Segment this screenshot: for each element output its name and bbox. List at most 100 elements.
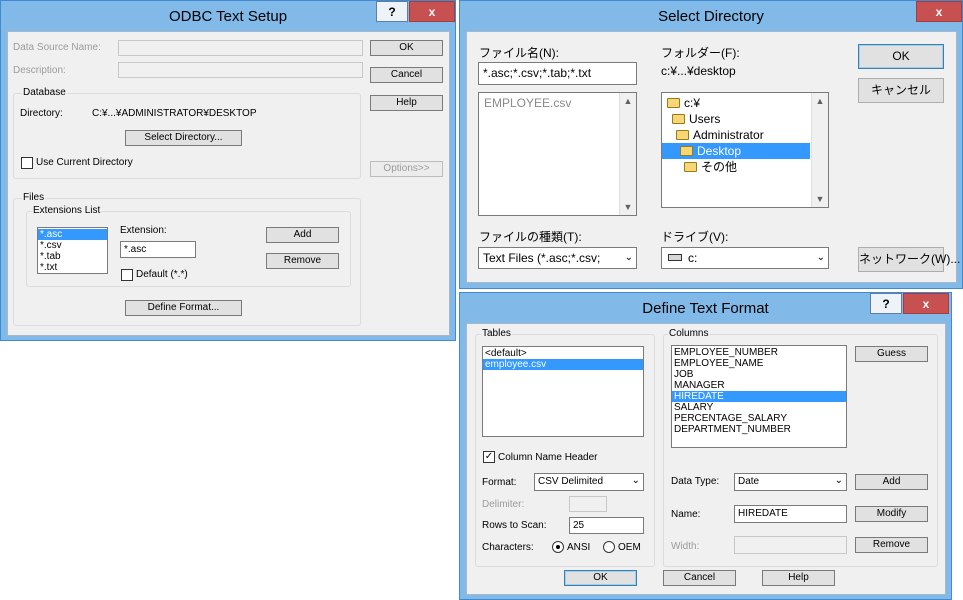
chevron-down-icon: ⌄ [631,475,640,486]
table-item[interactable]: <default> [483,348,643,359]
column-item[interactable]: MANAGER [672,380,846,391]
drive-value: c: [688,251,698,265]
filename-input[interactable]: *.asc;*.csv;*.tab;*.txt [478,62,637,85]
description-label: Description: [13,65,66,76]
column-item[interactable]: DEPARTMENT_NUMBER [672,424,846,435]
tables-list[interactable]: <default> employee.csv [482,346,644,437]
define-title-bar[interactable]: Define Text Format ? x [460,293,951,323]
define-client: Tables <default> employee.csv ✓ Column N… [466,323,946,595]
dsn-input[interactable] [118,40,363,56]
odbc-ok-button[interactable]: OK [370,40,443,56]
directory-label: Directory: [20,108,63,119]
column-item[interactable]: EMPLOYEE_NAME [672,358,846,369]
select-directory-title-bar[interactable]: Select Directory x [460,1,962,31]
select-directory-cancel-button[interactable]: キャンセル [858,78,944,103]
extension-add-button[interactable]: Add [266,227,339,243]
format-select[interactable]: CSV Delimited ⌄ [534,473,644,491]
tree-label: Administrator [693,128,764,142]
oem-radio[interactable] [603,541,615,553]
select-directory-title: Select Directory [658,8,764,25]
width-input[interactable] [734,536,847,554]
column-item[interactable]: HIREDATE [672,391,846,402]
folder-open-icon [680,146,693,156]
drive-select[interactable]: c: ⌄ [661,247,829,269]
tree-item-c-drive[interactable]: c:¥ [662,95,828,111]
description-input[interactable] [118,62,363,78]
select-directory-button[interactable]: Select Directory... [125,130,242,146]
select-directory-ok-button[interactable]: OK [858,44,944,69]
column-item[interactable]: SALARY [672,402,846,413]
odbc-text-setup-window: ODBC Text Setup ? x Data Source Name: De… [0,0,456,341]
dsn-label: Data Source Name: [13,42,101,53]
ansi-radio[interactable] [552,541,564,553]
define-cancel-button[interactable]: Cancel [663,570,736,586]
folder-label: フォルダー(F): [661,46,740,60]
table-item[interactable]: employee.csv [483,359,643,370]
odbc-cancel-button[interactable]: Cancel [370,67,443,83]
files-group-label: Files [22,192,46,203]
define-format-button[interactable]: Define Format... [125,300,242,316]
default-checkbox[interactable] [121,269,133,281]
define-help-button[interactable]: Help [762,570,835,586]
file-item[interactable]: EMPLOYEE.csv [479,95,636,111]
column-item[interactable]: PERCENTAGE_SALARY [672,413,846,424]
column-name-header-checkbox[interactable]: ✓ [483,451,495,463]
extension-item[interactable]: *.csv [38,240,107,251]
define-ok-button[interactable]: OK [564,570,637,586]
network-button[interactable]: ネットワーク(W)... [858,247,960,272]
use-current-directory-checkbox[interactable] [21,157,33,169]
modify-button[interactable]: Modify [855,506,928,522]
scroll-down-icon[interactable]: ▼ [620,199,636,215]
extension-item[interactable]: *.asc [38,229,107,240]
folder-tree-scrollbar[interactable]: ▲ ▼ [811,93,828,207]
column-name-input[interactable]: HIREDATE [734,505,847,523]
delimiter-input[interactable] [569,496,607,512]
odbc-client-area: Data Source Name: Description: OK Cancel… [7,31,450,336]
define-close-button[interactable]: x [903,293,949,314]
extensions-list[interactable]: *.asc *.csv *.tab *.txt [37,227,108,274]
width-label: Width: [671,541,700,552]
rows-to-scan-input[interactable]: 25 [569,517,644,534]
column-add-button[interactable]: Add [855,474,928,490]
folder-open-icon [676,130,689,140]
column-item[interactable]: EMPLOYEE_NUMBER [672,347,846,358]
define-help-title-button[interactable]: ? [870,293,902,314]
data-type-select[interactable]: Date ⌄ [734,473,847,491]
drive-icon [668,254,682,261]
folder-tree[interactable]: c:¥ Users Administrator Desktop その他 ▲ ▼ [661,92,829,208]
file-list-scrollbar[interactable]: ▲ ▼ [619,93,636,215]
scroll-up-icon[interactable]: ▲ [620,93,636,109]
columns-group-label: Columns [668,328,710,339]
extension-item[interactable]: *.tab [38,251,107,262]
filetype-value: Text Files (*.asc;*.csv; [483,251,601,265]
extension-remove-button[interactable]: Remove [266,253,339,269]
oem-label: OEM [618,542,641,553]
extension-item[interactable]: *.txt [38,262,107,273]
tree-item-users[interactable]: Users [662,111,828,127]
tree-item-desktop[interactable]: Desktop [662,143,810,159]
odbc-help-title-button[interactable]: ? [376,1,408,22]
columns-list[interactable]: EMPLOYEE_NUMBER EMPLOYEE_NAME JOB MANAGE… [671,345,847,448]
column-item[interactable]: JOB [672,369,846,380]
file-list[interactable]: EMPLOYEE.csv ▲ ▼ [478,92,637,216]
tables-group-label: Tables [481,328,512,339]
select-directory-close-button[interactable]: x [916,1,962,22]
extension-input[interactable]: *.asc [120,241,196,258]
filename-label: ファイル名(N): [479,46,559,60]
extension-label: Extension: [120,225,167,236]
filetype-select[interactable]: Text Files (*.asc;*.csv; ⌄ [478,247,637,269]
use-current-directory-label: Use Current Directory [36,157,133,168]
scroll-up-icon[interactable]: ▲ [812,93,828,109]
tree-item-administrator[interactable]: Administrator [662,127,828,143]
tree-item-other[interactable]: その他 [662,159,828,175]
odbc-help-button[interactable]: Help [370,95,443,111]
folder-value: c:¥...¥desktop [661,64,736,78]
scroll-down-icon[interactable]: ▼ [812,191,828,207]
odbc-title-bar[interactable]: ODBC Text Setup ? x [1,1,455,31]
column-remove-button[interactable]: Remove [855,537,928,553]
guess-button[interactable]: Guess [855,346,928,362]
define-text-format-window: Define Text Format ? x Tables <default> … [459,292,952,600]
odbc-close-button[interactable]: x [409,1,455,22]
odbc-options-button[interactable]: Options>> [370,161,443,177]
tree-label: その他 [701,160,738,174]
